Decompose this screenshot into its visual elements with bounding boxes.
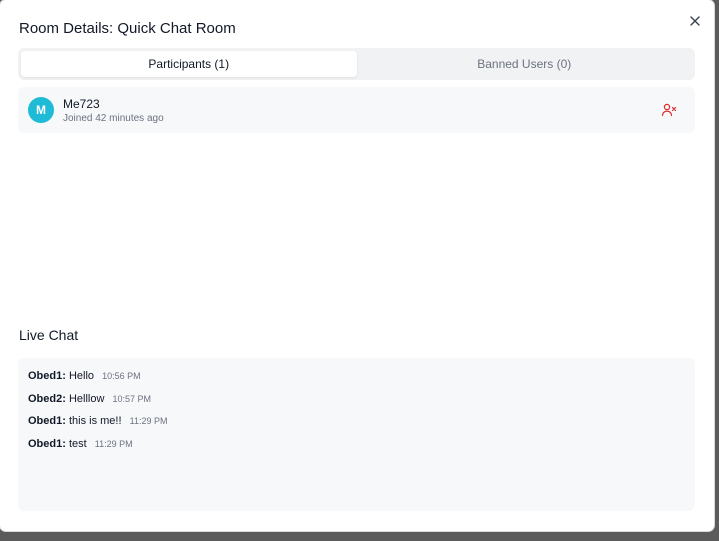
participant-name: Me723 (63, 97, 100, 111)
close-button[interactable] (686, 12, 704, 30)
tab-banned-users[interactable]: Banned Users (0) (357, 51, 693, 77)
chat-username: Obed2: (28, 392, 66, 405)
chat-message: Obed1: this is me!! 11:29 PM (28, 415, 685, 438)
chat-timestamp: 10:57 PM (112, 393, 152, 404)
chat-timestamp: 11:29 PM (129, 416, 168, 426)
tab-bar: Participants (1) Banned Users (0) (18, 48, 695, 80)
participant-joined-time: Joined 42 minutes ago (63, 113, 164, 124)
chat-timestamp: 10:56 PM (102, 371, 141, 381)
chat-text: test (68, 437, 87, 450)
live-chat-panel: Obed1: Hello 10:56 PM Obed2: Helllow 10:… (18, 358, 695, 511)
chat-username: Obed1: (28, 415, 66, 427)
participant-row: M Me723 Joined 42 minutes ago (18, 87, 695, 133)
ban-user-button[interactable] (661, 102, 677, 118)
tab-participants[interactable]: Participants (1) (21, 51, 357, 77)
avatar: M (28, 97, 54, 123)
chat-text: Helllow (68, 392, 105, 405)
chat-text: Hello (68, 370, 95, 382)
room-details-dialog: Room Details: Quick Chat Room Participan… (0, 0, 714, 531)
chat-username: Obed1: (28, 370, 66, 382)
chat-text: this is me!! (68, 415, 122, 427)
close-icon (690, 16, 700, 26)
chat-username: Obed1: (28, 437, 66, 450)
chat-message: Obed1: Hello 10:56 PM (28, 370, 685, 393)
ban-user-icon (661, 103, 677, 117)
live-chat-heading: Live Chat (19, 327, 79, 343)
dialog-title: Room Details: Quick Chat Room (19, 20, 236, 37)
chat-message: Obed2: Helllow 10:57 PM (28, 393, 685, 416)
chat-message: Obed1: test 11:29 PM (28, 438, 685, 461)
chat-timestamp: 11:29 PM (94, 438, 133, 449)
